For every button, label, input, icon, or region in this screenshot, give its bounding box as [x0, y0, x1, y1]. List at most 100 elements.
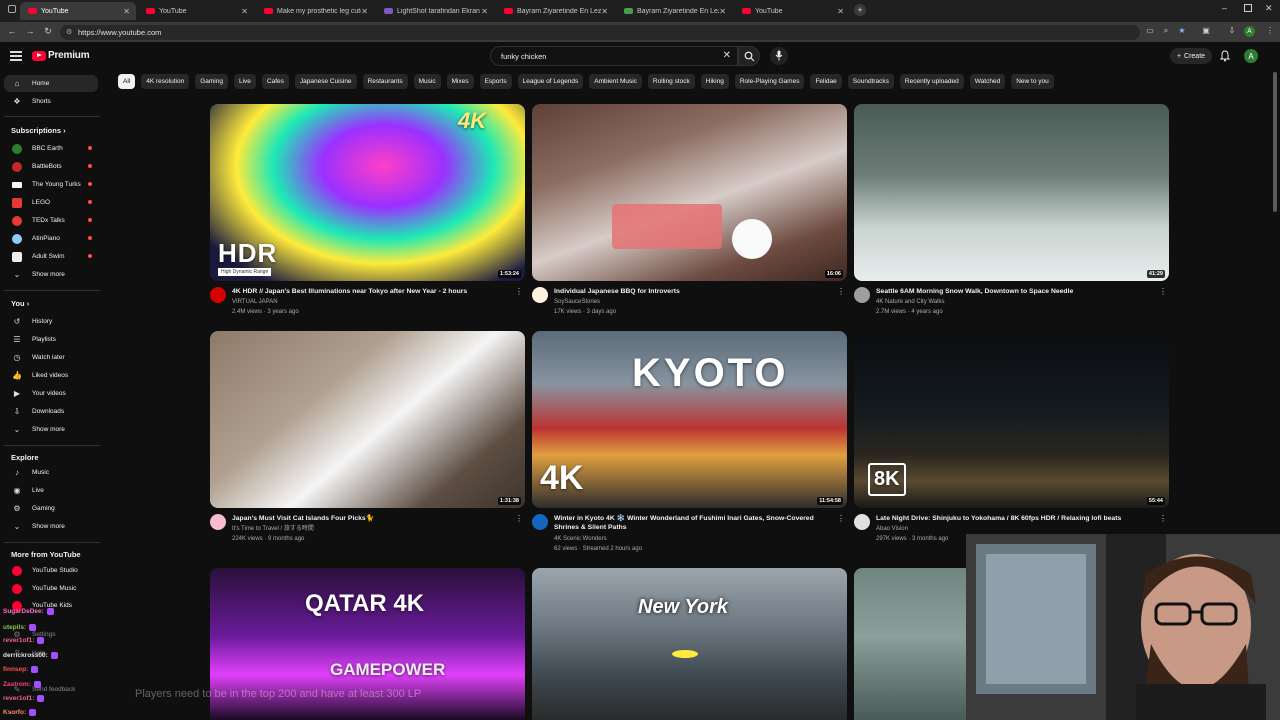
sidebar-item-watch-later[interactable]: ◷ Watch later: [4, 349, 98, 366]
maximize-icon[interactable]: [1244, 4, 1252, 12]
you-heading[interactable]: You ›: [11, 299, 29, 308]
sidebar-item-youtube-studio[interactable]: YouTube Studio: [4, 562, 98, 579]
minimize-icon[interactable]: –: [1222, 3, 1227, 13]
search-button[interactable]: [738, 46, 760, 66]
browser-tab[interactable]: Bayram Ziyaretinde En Lezzetli...✕: [616, 2, 732, 20]
show-more-explore[interactable]: ⌄ Show more: [4, 518, 98, 535]
sidebar-item-shorts[interactable]: ❖ Shorts: [4, 93, 98, 110]
sidebar-item-subscription[interactable]: AtinPiano: [4, 230, 98, 247]
tab-search-icon[interactable]: [8, 5, 16, 13]
sidebar-item-gaming[interactable]: ⚙ Gaming: [4, 500, 98, 517]
sidebar-item-subscription[interactable]: BBC Earth: [4, 140, 98, 157]
more-actions-icon[interactable]: ⋮: [837, 514, 845, 523]
sidebar-item-your-videos[interactable]: ▶ Your videos: [4, 385, 98, 402]
video-title[interactable]: Late Night Drive: Shinjuku to Yokohama /…: [876, 514, 1156, 523]
sidebar-item-home[interactable]: ⌂ Home: [4, 75, 98, 92]
chip[interactable]: League of Legends: [517, 74, 584, 89]
sidebar-item-subscription[interactable]: Adult Swim: [4, 248, 98, 265]
forward-icon[interactable]: →: [24, 26, 36, 36]
sidebar-item-history[interactable]: ↺ History: [4, 313, 98, 330]
channel-name[interactable]: Abao Vision: [876, 524, 908, 534]
sidebar-item-subscription[interactable]: BattleBots: [4, 158, 98, 175]
channel-avatar[interactable]: [854, 514, 870, 530]
more-actions-icon[interactable]: ⋮: [515, 287, 523, 296]
voice-search-button[interactable]: [770, 47, 788, 65]
sidebar-item-subscription[interactable]: The Young Turks: [4, 176, 98, 193]
back-icon[interactable]: ←: [6, 26, 18, 36]
chip-all[interactable]: All: [118, 74, 136, 89]
close-tab-icon[interactable]: ✕: [361, 7, 368, 16]
close-tab-icon[interactable]: ✕: [123, 7, 130, 16]
browser-tab[interactable]: LightShot tarafindan Ekran Gör...✕: [376, 2, 494, 20]
sidebar-item-subscription[interactable]: TEDx Talks: [4, 212, 98, 229]
sidebar-item-music[interactable]: ♪ Music: [4, 464, 98, 481]
channel-name[interactable]: It's Time to Travel / 旅する時間: [232, 524, 314, 534]
sidebar-item-subscription[interactable]: LEGO: [4, 194, 98, 211]
chip[interactable]: Felidae: [810, 74, 842, 89]
sidebar-item-live[interactable]: ◉ Live: [4, 482, 98, 499]
sidebar-item-youtube-music[interactable]: YouTube Music: [4, 580, 98, 597]
chip[interactable]: Music: [413, 74, 441, 89]
more-actions-icon[interactable]: ⋮: [1159, 514, 1167, 523]
chip[interactable]: Esports: [479, 74, 512, 89]
reload-icon[interactable]: ↻: [42, 26, 54, 37]
chip[interactable]: Hiking: [700, 74, 729, 89]
channel-avatar[interactable]: [532, 287, 548, 303]
video-title[interactable]: Winter in Kyoto 4K ❄️ Winter Wonderland …: [554, 514, 834, 532]
chip[interactable]: Japanese Cuisine: [294, 74, 357, 89]
close-tab-icon[interactable]: ✕: [481, 7, 488, 16]
clear-search-icon[interactable]: ✕: [723, 50, 731, 61]
extensions-icon[interactable]: ▣: [1200, 26, 1212, 35]
video-title[interactable]: Seattle 6AM Morning Snow Walk, Downtown …: [876, 287, 1156, 296]
chip[interactable]: 4K resolution: [141, 74, 190, 89]
chip[interactable]: Mixes: [446, 74, 474, 89]
browser-tab[interactable]: Bayram Ziyaretinde En Lezzetli...✕: [496, 2, 614, 20]
video-thumbnail[interactable]: 8K 55:44: [854, 331, 1169, 508]
chip[interactable]: Rolling stock: [647, 74, 695, 89]
channel-avatar[interactable]: [532, 514, 548, 530]
video-thumbnail[interactable]: 41:29: [854, 104, 1169, 281]
cast-icon[interactable]: ▭: [1144, 26, 1156, 35]
subscriptions-heading[interactable]: Subscriptions ›: [11, 126, 66, 135]
new-tab-button[interactable]: +: [854, 4, 866, 16]
more-actions-icon[interactable]: ⋮: [837, 287, 845, 296]
browser-tab[interactable]: YouTube ✕: [138, 2, 254, 20]
search-input[interactable]: funky chicken ✕: [490, 46, 738, 66]
chip[interactable]: Cafes: [261, 74, 289, 89]
url-field[interactable]: ⚙ https://www.youtube.com: [60, 25, 1140, 40]
show-more-you[interactable]: ⌄ Show more: [4, 421, 98, 438]
video-title[interactable]: Japan's Must Visit Cat Islands Four Pick…: [232, 514, 512, 523]
chip[interactable]: Recently uploaded: [899, 74, 964, 89]
close-tab-icon[interactable]: ✕: [601, 7, 608, 16]
browser-tab[interactable]: YouTube ✕: [20, 2, 136, 20]
video-thumbnail[interactable]: New York: [532, 568, 847, 720]
profile-avatar[interactable]: A: [1244, 26, 1255, 37]
channel-name[interactable]: 4K Scenic Wonders: [554, 534, 607, 544]
video-thumbnail[interactable]: [854, 568, 966, 720]
chip[interactable]: Live: [233, 74, 256, 89]
channel-name[interactable]: 4K Nature and City Walks: [876, 297, 944, 307]
close-tab-icon[interactable]: ✕: [719, 7, 726, 16]
video-thumbnail[interactable]: KYOTO 4K 11:54:58: [532, 331, 847, 508]
chip[interactable]: Role-Playing Games: [734, 74, 805, 89]
hamburger-menu-icon[interactable]: [10, 51, 22, 61]
sidebar-item-liked-videos[interactable]: 👍 Liked videos: [4, 367, 98, 384]
video-thumbnail[interactable]: HDR High Dynamic Range 4K 1:53:24: [210, 104, 525, 281]
sidebar-item-playlists[interactable]: ☰ Playlists: [4, 331, 98, 348]
chip[interactable]: Soundtracks: [847, 74, 894, 89]
video-thumbnail[interactable]: 1:31:38: [210, 331, 525, 508]
page-scrollbar[interactable]: [1273, 72, 1277, 212]
sidebar-item-downloads[interactable]: ⇩ Downloads: [4, 403, 98, 420]
channel-avatar[interactable]: [210, 514, 226, 530]
account-avatar[interactable]: A: [1244, 49, 1258, 63]
close-window-icon[interactable]: ✕: [1265, 3, 1273, 14]
downloads-icon[interactable]: ⇩: [1226, 26, 1238, 35]
zoom-icon[interactable]: ⌕: [1160, 26, 1172, 36]
site-info-icon[interactable]: ⚙: [66, 28, 72, 36]
video-title[interactable]: 4K HDR // Japan's Best Illuminations nea…: [232, 287, 512, 296]
browser-menu-icon[interactable]: ⋮: [1264, 26, 1276, 35]
more-actions-icon[interactable]: ⋮: [515, 514, 523, 523]
notifications-bell-icon[interactable]: [1219, 50, 1231, 62]
browser-tab[interactable]: Make my prosthetic leg cuter!! ✕: [256, 2, 374, 20]
more-actions-icon[interactable]: ⋮: [1159, 287, 1167, 296]
